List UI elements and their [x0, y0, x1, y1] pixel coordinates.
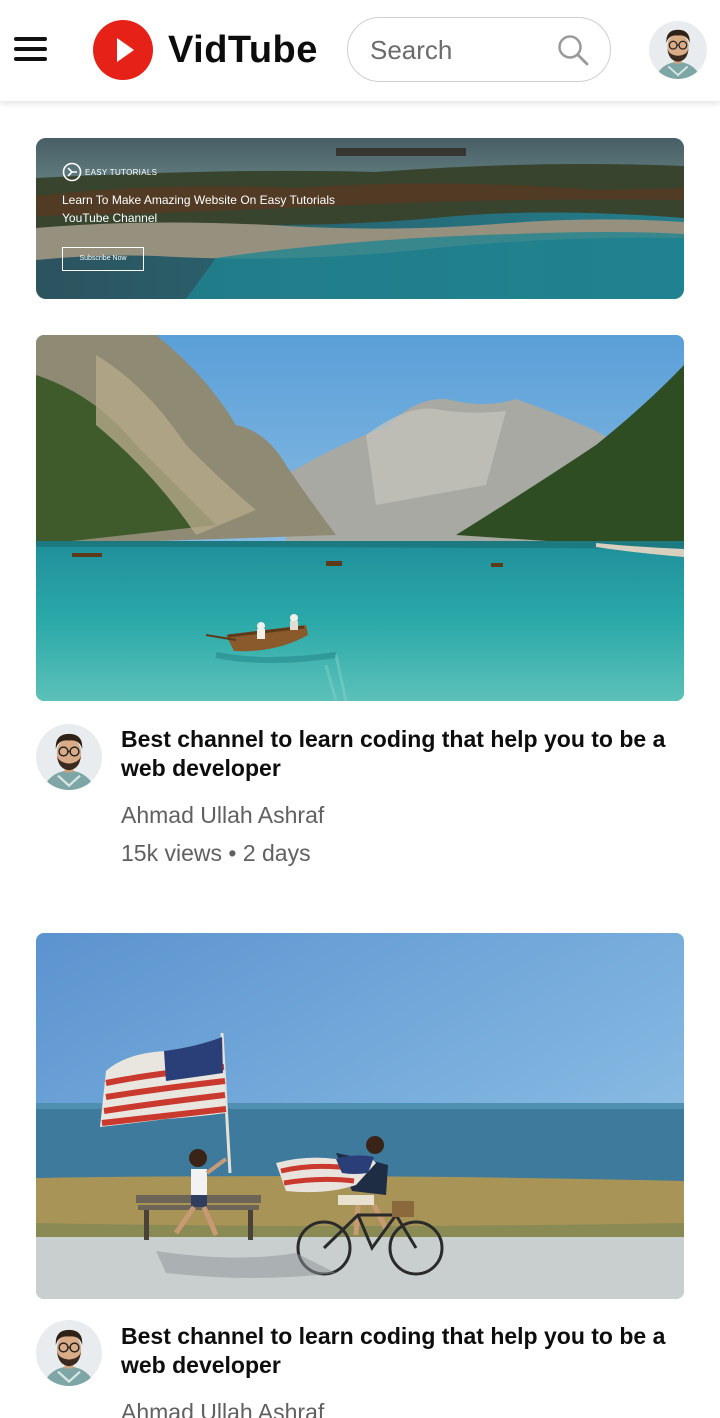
- logo-text: VidTube: [168, 28, 318, 71]
- user-avatar[interactable]: [649, 21, 707, 79]
- video-title[interactable]: Best channel to learn coding that help y…: [121, 725, 681, 783]
- easy-tutorials-logo-icon: [62, 162, 82, 182]
- channel-avatar[interactable]: [36, 1320, 102, 1386]
- channel-avatar[interactable]: [36, 724, 102, 790]
- logo[interactable]: VidTube: [93, 20, 318, 80]
- search-icon[interactable]: [557, 34, 589, 66]
- search-input[interactable]: [370, 32, 550, 68]
- video-card: Best channel to learn coding that help y…: [36, 933, 684, 1418]
- video-meta: 15k views • 2 days: [121, 840, 311, 866]
- channel-name[interactable]: Ahmad Ullah Ashraf: [121, 802, 324, 829]
- play-logo-icon: [93, 20, 153, 80]
- promo-banner[interactable]: EASY TUTORIALS Learn To Make Amazing Web…: [36, 138, 684, 299]
- banner-subheadline: YouTube Channel: [62, 211, 158, 225]
- menu-icon[interactable]: [14, 35, 48, 63]
- video-thumbnail[interactable]: [36, 335, 684, 701]
- top-bar: VidTube: [0, 0, 720, 101]
- banner-brand: EASY TUTORIALS: [62, 162, 157, 182]
- channel-name[interactable]: Ahmad Ullah Ashraf: [121, 1399, 324, 1418]
- video-thumbnail[interactable]: [36, 933, 684, 1299]
- subscribe-button[interactable]: Subscribe Now: [62, 247, 144, 271]
- banner-headline: Learn To Make Amazing Website On Easy Tu…: [62, 193, 336, 207]
- search-box: [347, 17, 611, 82]
- video-card: Best channel to learn coding that help y…: [36, 335, 684, 875]
- banner-brand-name: EASY TUTORIALS: [85, 167, 158, 177]
- video-title[interactable]: Best channel to learn coding that help y…: [121, 1322, 681, 1380]
